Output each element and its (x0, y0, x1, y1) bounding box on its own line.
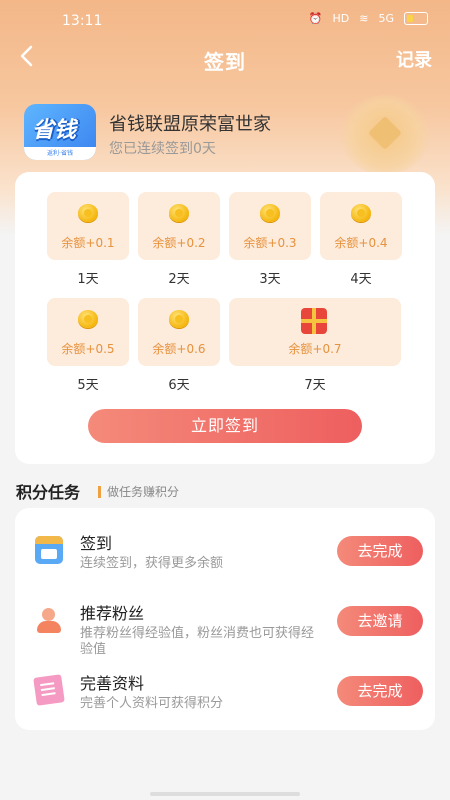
day-7: 余额+0.7 7天 (229, 298, 401, 393)
status-bar: 13:11 ⏰ HD ≋ 5G (0, 0, 450, 42)
task-desc: 连续签到，获得更多余额 (80, 556, 224, 571)
task-complete-button[interactable]: 去完成 (337, 536, 423, 566)
day-label: 4天 (350, 272, 372, 287)
day-3: 余额+0.3 3天 (229, 192, 311, 287)
checkin-button[interactable]: 立即签到 (88, 409, 362, 443)
alarm-icon: ⏰ (308, 12, 323, 25)
day-1: 余额+0.1 1天 (47, 192, 129, 287)
day-reward: 余额+0.1 (61, 236, 115, 250)
day-6: 余额+0.6 6天 (138, 298, 220, 393)
task-section-subtitle: 做任务赚积分 (107, 485, 180, 499)
wifi-icon: ≋ (359, 12, 369, 25)
page-title: 签到 (204, 50, 246, 74)
day-label: 6天 (168, 378, 190, 393)
task-desc: 推荐粉丝得经验值，粉丝消费也可获得经验值 (80, 626, 315, 657)
network-label: HD (332, 12, 350, 25)
coin-icon (78, 310, 98, 328)
task-section-title: 积分任务 (16, 483, 81, 502)
day-reward: 余额+0.2 (152, 236, 206, 250)
day-box: 余额+0.2 (138, 192, 220, 260)
task-desc: 完善个人资料可获得积分 (80, 696, 224, 711)
day-box: 余额+0.7 (229, 298, 401, 366)
document-icon (33, 674, 65, 706)
day-label: 1天 (77, 272, 99, 287)
avatar: 省钱 返利·省钱 (24, 104, 96, 160)
day-label: 2天 (168, 272, 190, 287)
task-item-complete-profile: 完善资料 完善个人资料可获得积分 去完成 (15, 662, 435, 722)
task-name: 完善资料 (80, 674, 145, 693)
task-complete-button[interactable]: 去完成 (337, 676, 423, 706)
avatar-caption: 返利·省钱 (24, 147, 96, 160)
coin-icon (169, 310, 189, 328)
day-box: 余额+0.5 (47, 298, 129, 366)
coin-icon (351, 204, 371, 222)
profile: 省钱 返利·省钱 省钱联盟原荣富世家 您已连续签到0天 (24, 104, 424, 164)
task-name: 签到 (80, 534, 113, 553)
day-label: 3天 (259, 272, 281, 287)
day-reward: 余额+0.3 (243, 236, 297, 250)
home-indicator[interactable] (150, 792, 300, 796)
day-2: 余额+0.2 2天 (138, 192, 220, 287)
calendar-icon (35, 536, 63, 564)
day-label: 7天 (304, 378, 326, 393)
day-box: 余额+0.1 (47, 192, 129, 260)
checkin-streak: 您已连续签到0天 (109, 141, 216, 157)
gift-icon (301, 308, 327, 334)
task-section-subtitle-wrap: 做任务赚积分 (98, 481, 179, 500)
nav-bar: 签到 记录 (0, 42, 450, 76)
day-4: 余额+0.4 4天 (320, 192, 402, 287)
checkin-card: 余额+0.1 1天 余额+0.2 2天 余额+0.3 3天 余额+0.4 4天 … (15, 172, 435, 464)
day-5: 余额+0.5 5天 (47, 298, 129, 393)
day-box: 余额+0.4 (320, 192, 402, 260)
profile-name: 省钱联盟原荣富世家 (109, 114, 271, 135)
status-icons: ⏰ HD ≋ 5G (309, 12, 428, 25)
task-item-recommend-fans: 推荐粉丝 推荐粉丝得经验值，粉丝消费也可获得经验值 去邀请 (15, 592, 435, 657)
day-reward: 余额+0.4 (334, 236, 388, 250)
task-item-checkin: 签到 连续签到，获得更多余额 去完成 (15, 522, 435, 582)
day-label: 5天 (77, 378, 99, 393)
task-invite-button[interactable]: 去邀请 (337, 606, 423, 636)
day-reward: 余额+0.6 (152, 342, 206, 356)
task-name: 推荐粉丝 (80, 604, 145, 623)
fans-icon (35, 606, 63, 634)
task-section-header: 积分任务 做任务赚积分 (16, 479, 179, 502)
signal-label: 5G (378, 12, 394, 25)
day-box: 余额+0.6 (138, 298, 220, 366)
coin-icon (78, 204, 98, 222)
accent-bar (98, 485, 101, 498)
battery-icon (404, 12, 428, 25)
coin-icon (260, 204, 280, 222)
day-reward: 余额+0.7 (288, 342, 342, 356)
avatar-logo-text: 省钱 (32, 118, 77, 143)
task-card: 签到 连续签到，获得更多余额 去完成 推荐粉丝 推荐粉丝得经验值，粉丝消费也可获… (15, 508, 435, 730)
day-reward: 余额+0.5 (61, 342, 115, 356)
record-button[interactable]: 记录 (396, 46, 432, 72)
day-box: 余额+0.3 (229, 192, 311, 260)
coin-icon (169, 204, 189, 222)
status-time: 13:11 (62, 13, 103, 29)
